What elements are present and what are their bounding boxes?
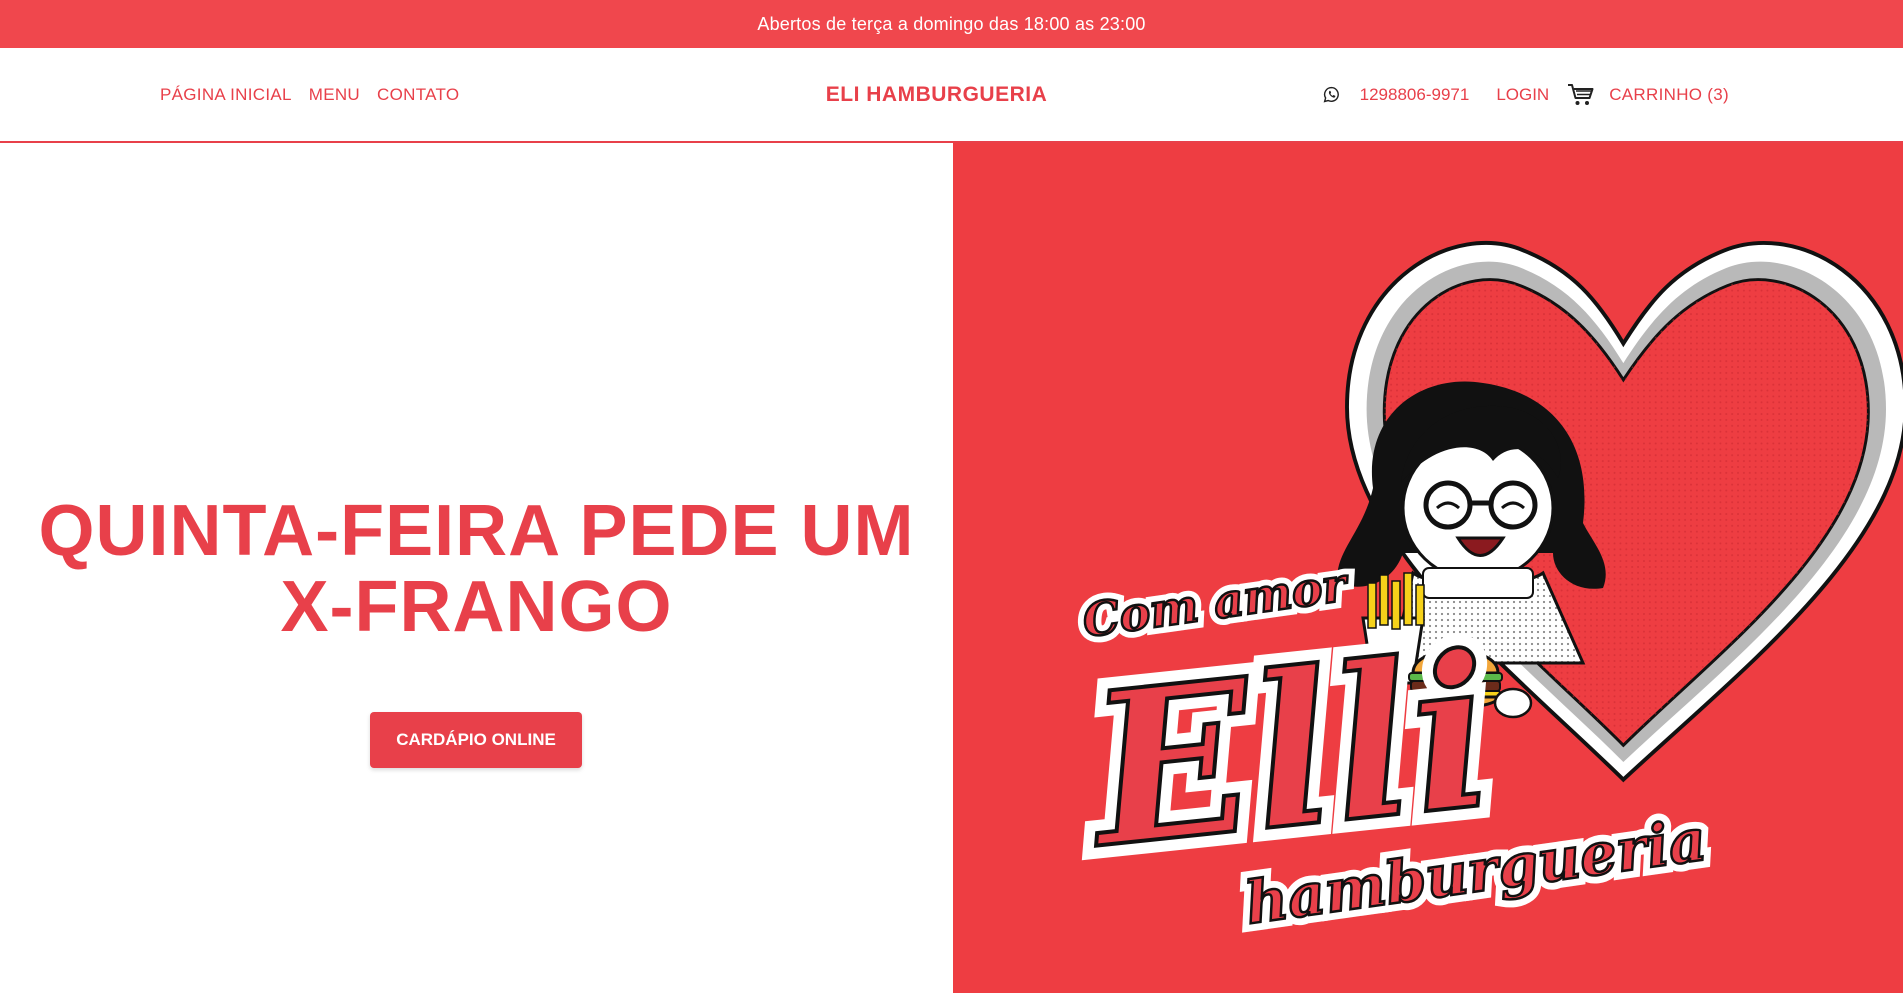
hero-headline-line1: QUINTA-FEIRA PEDE UM	[38, 491, 915, 571]
elli-logo-illustration: Com amor Com amor Elli Elli hamburgueria…	[1062, 241, 1903, 945]
hero-headline-line2: X-FRANGO	[280, 567, 673, 647]
whatsapp-icon[interactable]	[1323, 86, 1340, 103]
cart-link[interactable]: CARRINHO (3)	[1609, 85, 1729, 105]
announcement-bar: Abertos de terça a domingo das 18:00 as …	[0, 0, 1903, 48]
site-header: PÁGINA INICIAL MENU CONTATO ELI HAMBURGU…	[0, 48, 1903, 143]
phone-link[interactable]: 1298806-9971	[1360, 85, 1470, 105]
cart-icon[interactable]	[1567, 83, 1595, 107]
brand-logo-text[interactable]: ELI HAMBURGUERIA	[826, 83, 1048, 107]
hero-text-panel: QUINTA-FEIRA PEDE UM X-FRANGO CARDÁPIO O…	[0, 143, 953, 993]
main-nav: PÁGINA INICIAL MENU CONTATO	[160, 48, 459, 141]
header-actions: 1298806-9971 LOGIN CARRINHO (3)	[1323, 48, 1729, 141]
online-menu-button[interactable]: CARDÁPIO ONLINE	[370, 712, 582, 768]
nav-link-menu[interactable]: MENU	[309, 85, 360, 105]
hero-headline: QUINTA-FEIRA PEDE UM X-FRANGO	[0, 493, 953, 645]
announcement-text: Abertos de terça a domingo das 18:00 as …	[757, 13, 1146, 34]
nav-link-contact[interactable]: CONTATO	[377, 85, 459, 105]
login-link[interactable]: LOGIN	[1496, 85, 1549, 105]
nav-link-home[interactable]: PÁGINA INICIAL	[160, 85, 292, 105]
hero-image-panel: Com amor Com amor Elli Elli hamburgueria…	[953, 143, 1903, 993]
